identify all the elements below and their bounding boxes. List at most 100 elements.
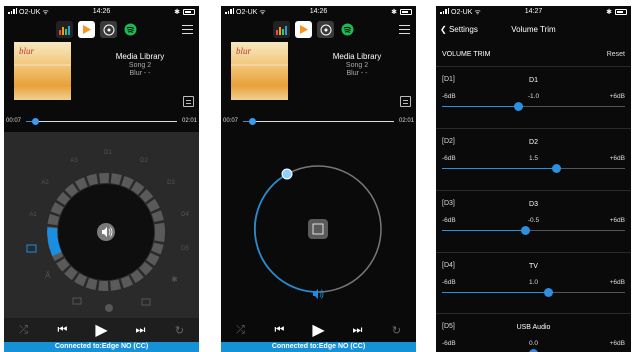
source-title: Media Library xyxy=(115,52,165,61)
trim-slider-knob[interactable] xyxy=(544,288,554,297)
wheel-label-d4[interactable]: D4 xyxy=(181,212,189,218)
queue-icon[interactable] xyxy=(400,96,411,107)
connection-bar: Connected to:Edge NO (CC) xyxy=(221,342,416,352)
trim-slider[interactable] xyxy=(442,102,625,111)
wheel-label-d3[interactable]: D3 xyxy=(167,180,175,186)
song-title: Song 2 xyxy=(128,62,152,69)
optical-input-icon[interactable] xyxy=(26,244,37,253)
previous-icon[interactable]: ⏮ xyxy=(52,324,74,337)
progress-knob[interactable] xyxy=(249,118,257,125)
airplay-icon[interactable] xyxy=(141,298,151,306)
trim-value: -0.5 xyxy=(527,217,540,224)
status-bar: O2-UK ᯤ 14:27 ✱ xyxy=(436,6,631,18)
progress-bar[interactable]: 00:07 02:01 xyxy=(4,115,199,129)
battery-icon: ✱ xyxy=(606,8,627,16)
trim-max-label: +6dB xyxy=(609,217,625,224)
play-icon[interactable]: ▶ xyxy=(91,320,113,340)
trim-slider-fill xyxy=(442,230,526,231)
play-source-icon[interactable] xyxy=(295,21,312,38)
screen-volume-dial: O2-UK ᯤ 14:26 ✱ blur Media Library Song … xyxy=(221,6,416,352)
album-art: blur xyxy=(14,42,71,100)
playback-controls: ⤮ ⏮ ▶ ⏭ ↻ xyxy=(4,318,199,342)
menu-icon[interactable] xyxy=(182,25,193,34)
album-art: blur xyxy=(231,42,288,100)
spotify-connect-icon[interactable] xyxy=(105,304,113,312)
repeat-icon[interactable]: ↻ xyxy=(386,324,408,337)
play-source-icon[interactable] xyxy=(78,21,95,38)
clock: 14:27 xyxy=(524,8,543,15)
menu-icon[interactable] xyxy=(399,25,410,34)
trim-value: 0.0 xyxy=(528,340,539,347)
source-input-icon[interactable] xyxy=(308,219,328,239)
trim-slider-knob[interactable] xyxy=(521,226,531,235)
track-info: Media Library Song 2 Blur - - xyxy=(100,52,180,78)
play-icon[interactable]: ▶ xyxy=(308,320,330,340)
connection-bar: Connected to:Edge NO (CC) xyxy=(4,342,199,352)
trim-value: 1.5 xyxy=(528,155,539,162)
source-bar xyxy=(221,19,416,41)
spotify-icon[interactable] xyxy=(122,21,139,38)
cast-icon[interactable] xyxy=(72,297,82,305)
trim-slider-knob[interactable] xyxy=(513,102,523,111)
trim-name: TV xyxy=(529,263,538,270)
bars-icon[interactable] xyxy=(273,21,290,38)
wheel-label-d2[interactable]: D2 xyxy=(140,158,148,164)
bluetooth-icon[interactable]: ✱ xyxy=(171,275,178,284)
shuffle-icon[interactable]: ⤮ xyxy=(230,324,252,337)
radio-icon[interactable] xyxy=(100,21,117,38)
trim-slider[interactable] xyxy=(442,164,625,173)
clock: 14:26 xyxy=(309,8,328,15)
shuffle-icon[interactable]: ⤮ xyxy=(13,324,35,337)
wheel-label-a2[interactable]: A2 xyxy=(41,180,49,186)
wheel-label-d5[interactable]: D5 xyxy=(181,246,189,252)
trim-slider[interactable] xyxy=(442,288,625,297)
artist-name: Blur - - xyxy=(129,70,151,77)
reset-button[interactable]: Reset xyxy=(607,51,625,58)
previous-icon[interactable]: ⏮ xyxy=(269,324,291,337)
trim-row: [D5] USB Audio -6dB 0.0 +6dB xyxy=(436,313,631,352)
trim-row: [D2] D2 -6dB 1.5 +6dB xyxy=(436,128,631,183)
source-title: Media Library xyxy=(332,52,382,61)
trim-row: [D1] D1 -6dB -1.0 +6dB xyxy=(436,66,631,121)
antenna-icon[interactable]: Ä xyxy=(45,271,51,280)
status-bar: O2-UK ᯤ 14:26 ✱ xyxy=(221,6,416,18)
trim-max-label: +6dB xyxy=(609,93,625,100)
trim-slider-fill xyxy=(442,292,549,293)
repeat-icon[interactable]: ↻ xyxy=(169,324,191,337)
wheel-label-a1[interactable]: A1 xyxy=(29,212,37,218)
wheel-label-d1[interactable]: D1 xyxy=(104,150,112,156)
trim-slider[interactable] xyxy=(442,226,625,235)
progress-knob[interactable] xyxy=(32,118,40,125)
radio-icon[interactable] xyxy=(317,21,334,38)
trim-slider-knob[interactable] xyxy=(551,164,561,173)
volume-icon[interactable] xyxy=(97,223,115,241)
spotify-icon[interactable] xyxy=(339,21,356,38)
queue-icon[interactable] xyxy=(183,96,194,107)
bars-icon[interactable] xyxy=(56,21,73,38)
progress-track[interactable] xyxy=(243,118,394,125)
volume-knob[interactable] xyxy=(281,168,293,180)
next-icon[interactable]: ⏭ xyxy=(347,324,369,337)
trim-name: D1 xyxy=(529,77,538,84)
next-icon[interactable]: ⏭ xyxy=(130,324,152,337)
trim-name: D3 xyxy=(529,201,538,208)
progress-track[interactable] xyxy=(26,118,177,125)
wheel-label-a3[interactable]: A3 xyxy=(70,158,78,164)
source-wheel: D1 D2 D3 D4 D5 A1 A2 A3 Ä ✱ xyxy=(4,132,199,318)
trim-row: [D3] D3 -6dB -0.5 +6dB xyxy=(436,190,631,245)
progress-bar[interactable]: 00:07 02:01 xyxy=(221,115,416,129)
volume-icon[interactable] xyxy=(313,289,324,299)
elapsed-time: 00:07 xyxy=(223,118,239,124)
source-bar xyxy=(4,19,199,41)
artist-name: Blur - - xyxy=(346,70,368,77)
trim-max-label: +6dB xyxy=(609,155,625,162)
duration: 02:01 xyxy=(398,118,414,124)
trim-slider-fill xyxy=(442,106,519,107)
trim-value: 1.0 xyxy=(528,279,539,286)
trim-name: D2 xyxy=(529,139,538,146)
trim-slider-fill xyxy=(442,168,557,169)
battery-icon: ✱ xyxy=(391,8,412,16)
trim-row: [D4] TV -6dB 1.0 +6dB xyxy=(436,252,631,307)
status-bar: O2-UK ᯤ 14:26 ✱ xyxy=(4,6,199,18)
track-info: Media Library Song 2 Blur - - xyxy=(317,52,397,78)
